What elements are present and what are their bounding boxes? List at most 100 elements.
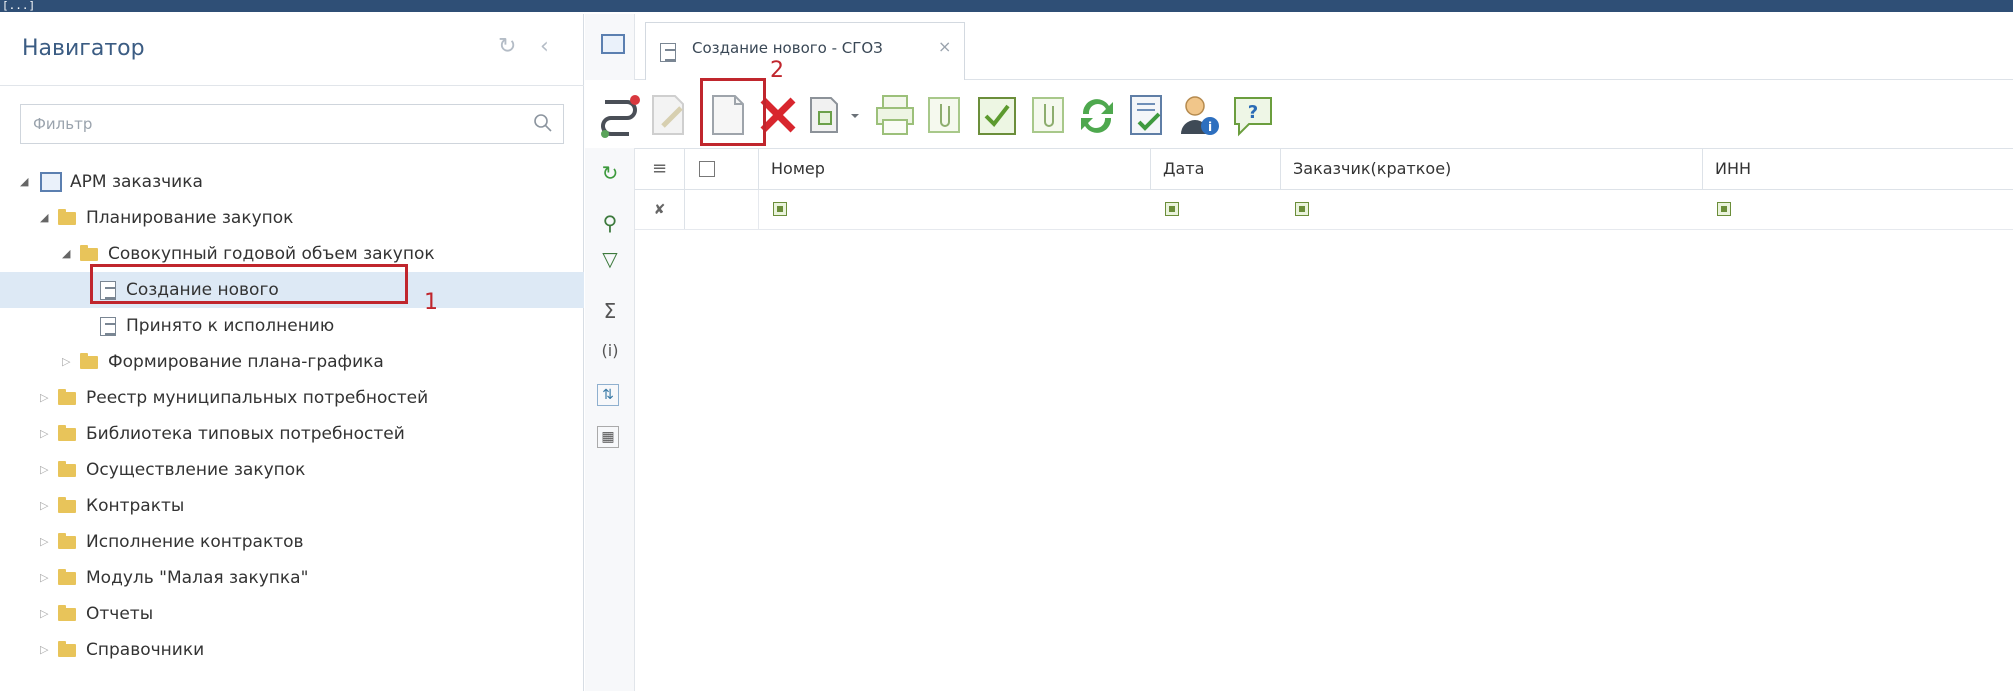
tree-item-label: Справочники bbox=[86, 640, 205, 660]
folder-icon bbox=[58, 425, 76, 441]
column-header-number[interactable]: Номер bbox=[759, 149, 1151, 189]
refresh-icon[interactable]: ↻ bbox=[498, 34, 516, 59]
collapsed-arrow-icon[interactable]: ▷ bbox=[62, 344, 70, 380]
folder-icon bbox=[58, 569, 76, 585]
tree-item-small-purchase[interactable]: ▷ Модуль "Малая закупка" bbox=[0, 560, 584, 596]
tree-item-label: Исполнение контрактов bbox=[86, 532, 304, 552]
main-toolbar: i ? bbox=[585, 80, 2013, 148]
column-settings-icon[interactable]: ▦ bbox=[597, 426, 619, 448]
document-icon bbox=[100, 317, 116, 336]
search-icon[interactable] bbox=[533, 113, 553, 133]
menu-icon[interactable]: ≡ bbox=[635, 149, 685, 189]
svg-text:?: ? bbox=[1248, 102, 1258, 123]
folder-icon bbox=[58, 461, 76, 477]
tree-item-label: Осуществление закупок bbox=[86, 460, 306, 480]
copy-document-icon[interactable] bbox=[807, 92, 861, 138]
close-icon[interactable]: × bbox=[938, 37, 951, 56]
annotation-highlight-1 bbox=[90, 264, 408, 304]
annotation-number-2: 2 bbox=[770, 58, 784, 83]
sum-icon[interactable]: Σ bbox=[597, 298, 623, 324]
tree-item-schedule-plan[interactable]: ▷ Формирование плана-графика bbox=[0, 344, 584, 380]
approve-icon[interactable] bbox=[975, 92, 1019, 138]
folder-icon bbox=[58, 497, 76, 513]
tree-item-contracts[interactable]: ▷ Контракты bbox=[0, 488, 584, 524]
tree-item-references[interactable]: ▷ Справочники bbox=[0, 632, 584, 668]
tab-label: Создание нового - СГОЗ bbox=[692, 39, 883, 57]
grid-header: ≡ Номер Дата Заказчик(краткое) ИНН bbox=[635, 148, 2013, 190]
column-header-inn[interactable]: ИНН bbox=[1703, 149, 2013, 189]
select-all-checkbox[interactable] bbox=[699, 161, 715, 177]
user-info-icon[interactable]: i bbox=[1177, 92, 1221, 138]
column-header-date[interactable]: Дата bbox=[1151, 149, 1281, 189]
collapsed-arrow-icon[interactable]: ▷ bbox=[40, 632, 48, 668]
filter-inn-icon[interactable] bbox=[1717, 202, 1731, 216]
tree-item-reports[interactable]: ▷ Отчеты bbox=[0, 596, 584, 632]
folder-icon bbox=[58, 605, 76, 621]
column-header-customer[interactable]: Заказчик(краткое) bbox=[1281, 149, 1703, 189]
workflow-icon[interactable] bbox=[597, 92, 643, 138]
collapsed-arrow-icon[interactable]: ▷ bbox=[40, 560, 48, 596]
filter-cell-empty bbox=[685, 190, 759, 229]
expanded-arrow-icon[interactable]: ◢ bbox=[62, 236, 70, 272]
tree-item-label: Планирование закупок bbox=[86, 208, 294, 228]
filter-icon[interactable]: ▽ bbox=[597, 246, 623, 272]
filter-number-icon[interactable] bbox=[773, 202, 787, 216]
panel-toggle-icon[interactable] bbox=[601, 34, 625, 54]
expanded-arrow-icon[interactable]: ◢ bbox=[20, 164, 28, 200]
window-top-strip: [...] bbox=[0, 0, 2013, 12]
select-all-column bbox=[685, 149, 759, 189]
folder-icon bbox=[58, 533, 76, 549]
grid-filter-row: ✘ bbox=[635, 190, 2013, 230]
annotation-highlight-2 bbox=[700, 78, 766, 146]
folder-icon bbox=[80, 245, 98, 261]
tree-item-arm[interactable]: ◢ АРМ заказчика bbox=[0, 164, 584, 200]
tree-item-registry[interactable]: ▷ Реестр муниципальных потребностей bbox=[0, 380, 584, 416]
edit-icon[interactable] bbox=[647, 92, 689, 138]
window-title-fragment: [...] bbox=[2, 0, 36, 12]
navigator-title: Навигатор bbox=[22, 36, 145, 61]
tree-item-label: Контракты bbox=[86, 496, 185, 516]
print-icon[interactable] bbox=[873, 92, 917, 138]
filter-customer-icon[interactable] bbox=[1295, 202, 1309, 216]
search-icon[interactable]: ⚲ bbox=[597, 210, 623, 236]
expanded-arrow-icon[interactable]: ◢ bbox=[40, 200, 48, 236]
collapsed-arrow-icon[interactable]: ▷ bbox=[40, 524, 48, 560]
collapsed-arrow-icon[interactable]: ▷ bbox=[40, 488, 48, 524]
sync-icon[interactable] bbox=[1075, 92, 1119, 138]
tab-create-new-sgoz[interactable]: Создание нового - СГОЗ × bbox=[645, 22, 965, 80]
navigator-panel: Навигатор ↻ ‹ ◢ АРМ заказчика ◢ Планиров… bbox=[0, 14, 584, 691]
attachments-icon[interactable] bbox=[1027, 92, 1069, 138]
filter-input[interactable] bbox=[21, 105, 511, 143]
tree-item-label: АРМ заказчика bbox=[70, 172, 203, 192]
tree-item-contract-execution[interactable]: ▷ Исполнение контрактов bbox=[0, 524, 584, 560]
navigator-tree: ◢ АРМ заказчика ◢ Планирование закупок ◢… bbox=[0, 164, 584, 668]
info-icon[interactable]: (i) bbox=[597, 338, 623, 364]
collapse-panel-icon[interactable]: ‹ bbox=[540, 34, 549, 59]
help-icon[interactable]: ? bbox=[1231, 92, 1275, 138]
collapsed-arrow-icon[interactable]: ▷ bbox=[40, 596, 48, 632]
clear-filter-icon[interactable]: ✘ bbox=[635, 190, 685, 229]
collapsed-arrow-icon[interactable]: ▷ bbox=[40, 416, 48, 452]
refresh-icon[interactable]: ↻ bbox=[597, 160, 623, 186]
collapsed-arrow-icon[interactable]: ▷ bbox=[40, 452, 48, 488]
filter-date-icon[interactable] bbox=[1165, 202, 1179, 216]
tree-item-library[interactable]: ▷ Библиотека типовых потребностей bbox=[0, 416, 584, 452]
tree-item-label: Отчеты bbox=[86, 604, 154, 624]
tree-item-planning[interactable]: ◢ Планирование закупок bbox=[0, 200, 584, 236]
collapsed-arrow-icon[interactable]: ▷ bbox=[40, 380, 48, 416]
tree-item-label: Библиотека типовых потребностей bbox=[86, 424, 405, 444]
attach-icon[interactable] bbox=[923, 92, 965, 138]
folder-icon bbox=[80, 353, 98, 369]
tree-item-label: Реестр муниципальных потребностей bbox=[86, 388, 429, 408]
data-grid: ≡ Номер Дата Заказчик(краткое) ИНН ✘ bbox=[635, 148, 2013, 230]
folder-icon bbox=[58, 209, 76, 225]
sort-icon[interactable]: ⇅ bbox=[597, 384, 619, 406]
document-check-icon[interactable] bbox=[1125, 92, 1169, 138]
annotation-number-1: 1 bbox=[424, 290, 438, 315]
svg-text:i: i bbox=[1208, 120, 1212, 134]
tree-item-accepted[interactable]: Принято к исполнению bbox=[0, 308, 584, 344]
tree-item-label: Принято к исполнению bbox=[126, 316, 335, 336]
navigator-filter bbox=[20, 104, 564, 144]
tree-item-procurement[interactable]: ▷ Осуществление закупок bbox=[0, 452, 584, 488]
tree-item-label: Модуль "Малая закупка" bbox=[86, 568, 309, 588]
